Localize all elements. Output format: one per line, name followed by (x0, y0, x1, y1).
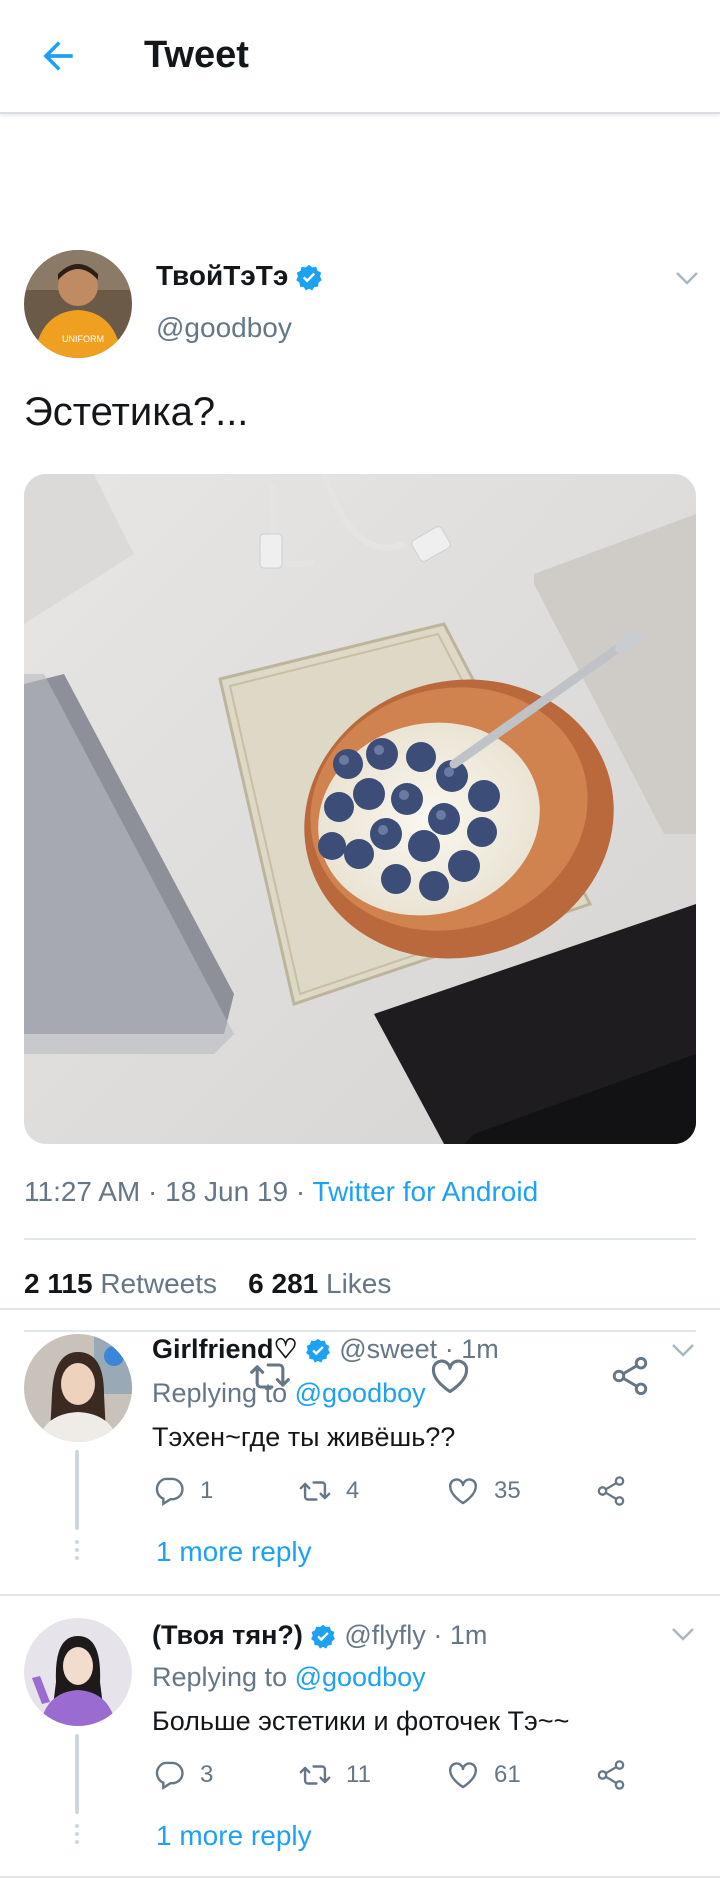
like-count: 35 (494, 1477, 521, 1504)
tweet-text: Эстетика?... (24, 390, 249, 434)
reply-like-action[interactable]: 61 (446, 1758, 521, 1792)
tweet-time: 11:27 AM (24, 1176, 141, 1207)
meta-separator: · (148, 1176, 158, 1207)
author-avatar[interactable]: UNIFORM (24, 250, 132, 358)
meta-separator: · (433, 1620, 443, 1650)
reply-like-action[interactable]: 35 (446, 1474, 521, 1508)
page-title: Tweet (144, 34, 249, 76)
retweet-count: 11 (346, 1761, 371, 1788)
reply-handle[interactable]: @flyfly (344, 1620, 425, 1650)
reply-header: Girlfriend♡ @sweet · 1m (152, 1334, 499, 1365)
reply-avatar[interactable] (24, 1334, 132, 1442)
likes-label: Likes (326, 1268, 392, 1299)
reply-text: Тэхен~где ты живёшь?? (152, 1422, 456, 1452)
reply-handle[interactable]: @sweet (339, 1334, 437, 1364)
top-bar: Tweet (0, 0, 720, 114)
replying-to: Replying to @goodboy (152, 1378, 426, 1409)
meta-separator: · (444, 1334, 454, 1364)
chevron-down-icon[interactable] (670, 1624, 696, 1644)
meta-separator: · (295, 1176, 306, 1207)
divider (24, 1330, 696, 1332)
section-separator (0, 1876, 720, 1878)
reply-reply-action[interactable]: 1 (152, 1474, 213, 1508)
retweets-stat[interactable]: 2 115 Retweets (24, 1268, 217, 1299)
thread-dots (75, 1540, 79, 1564)
tweet-date: 18 Jun 19 (165, 1176, 289, 1207)
reply-retweet-action[interactable]: 4 (298, 1474, 359, 1508)
replying-to-handle[interactable]: @goodboy (295, 1378, 426, 1408)
more-replies-link[interactable]: 1 more reply (156, 1536, 312, 1568)
section-separator (0, 1308, 720, 1310)
like-icon (449, 1478, 477, 1505)
reply-reply-action[interactable]: 3 (152, 1758, 213, 1792)
chevron-down-icon[interactable] (670, 1340, 696, 1360)
thread-line (75, 1734, 79, 1814)
share-icon[interactable] (608, 1354, 652, 1398)
author-handle[interactable]: @goodboy (156, 312, 292, 344)
reply-time: 1m (449, 1620, 488, 1650)
author-name[interactable]: ТвойТэТэ (156, 260, 324, 293)
reply-text: Больше эстетики и фоточек Тэ~~ (152, 1706, 570, 1736)
reply-count: 1 (200, 1477, 214, 1504)
retweet-icon (299, 1765, 331, 1785)
tweet-photo[interactable] (24, 474, 696, 1144)
verified-badge-icon (296, 264, 323, 291)
reply-icon (155, 1761, 184, 1790)
reply-retweet-action[interactable]: 11 (298, 1758, 371, 1792)
chevron-down-icon[interactable] (674, 268, 700, 288)
reply-author-name[interactable]: Girlfriend♡ (152, 1334, 298, 1364)
author-name-text: ТвойТэТэ (156, 260, 289, 291)
tweet-stats: 2 115 Retweets 6 281 Likes (24, 1268, 391, 1300)
replying-to-handle[interactable]: @goodboy (295, 1662, 426, 1692)
divider (24, 1238, 696, 1240)
share-icon[interactable] (594, 1474, 628, 1508)
back-arrow-icon[interactable] (36, 34, 80, 78)
like-count: 61 (494, 1761, 521, 1788)
retweets-count: 2 115 (24, 1268, 93, 1299)
more-replies-link[interactable]: 1 more reply (156, 1820, 312, 1852)
verified-badge-icon (305, 1338, 330, 1363)
thread-line (75, 1450, 79, 1530)
tweet-source-link[interactable]: Twitter for Android (313, 1176, 539, 1207)
tweet-meta: 11:27 AM · 18 Jun 19 · Twitter for Andro… (24, 1176, 538, 1208)
reply-author-name[interactable]: (Твоя тян?) (152, 1620, 303, 1650)
replying-to: Replying to @goodboy (152, 1662, 426, 1693)
svg-text:UNIFORM: UNIFORM (62, 334, 104, 344)
share-icon[interactable] (594, 1758, 628, 1792)
verified-badge-icon (310, 1624, 335, 1649)
reply-time: 1m (461, 1334, 499, 1364)
like-icon (449, 1762, 477, 1789)
section-separator (0, 1594, 720, 1596)
reply-header: (Твоя тян?) @flyfly · 1m (152, 1620, 487, 1651)
likes-count: 6 281 (248, 1268, 319, 1299)
reply-avatar[interactable] (24, 1618, 132, 1726)
reply-icon (155, 1477, 184, 1506)
retweet-icon (299, 1481, 331, 1501)
retweet-count: 4 (346, 1477, 360, 1504)
thread-dots (75, 1824, 79, 1848)
reply-count: 3 (200, 1761, 214, 1788)
replying-prefix: Replying to (152, 1378, 288, 1408)
likes-stat[interactable]: 6 281 Likes (248, 1268, 391, 1299)
retweets-label: Retweets (100, 1268, 218, 1299)
replying-prefix: Replying to (152, 1662, 288, 1692)
